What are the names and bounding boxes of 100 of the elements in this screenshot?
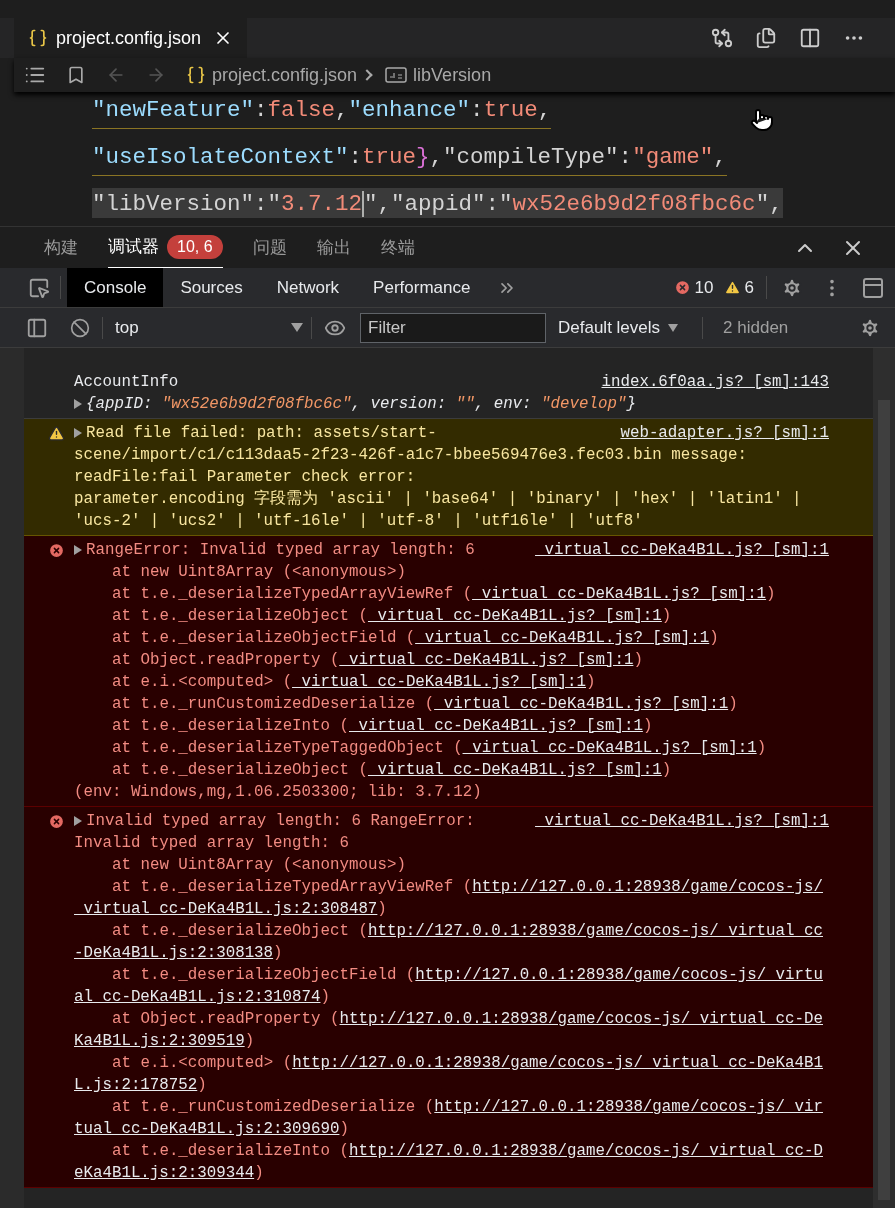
- message-text: scene/import/c1/c113daa5-2f23-426f-a1c7-bbee569476e3.fec03.bin message: readFile:fail Parameter check error: parameter.encoding 字段需为 'ascii' | 'base64' | 'binary' | 'hex' | 'latin1' | 'ucs-2' | 'ucs2' | 'utf-16le' | 'utf-8' | 'utf16le' | 'utf8': [74, 445, 803, 532]
- stack-frame-end: ): [273, 944, 283, 962]
- levels-dropdown[interactable]: Default levels: [558, 314, 679, 341]
- warning-icon: [723, 279, 741, 296]
- source-link[interactable]: L.js:2:178752: [74, 1076, 198, 1094]
- hand-cursor-icon: [750, 106, 774, 134]
- panel-tab[interactable]: 问题: [252, 227, 287, 268]
- stack-frame-end: ): [197, 1076, 207, 1094]
- expand-arrow-icon[interactable]: [74, 428, 82, 438]
- stack-frame: at t.e._deserializeObjectField (_virtual_cc-DeKa4B1L.js? [sm]:1): [74, 627, 829, 649]
- environment-info: (env: Windows,mg,1.06.2503300; lib: 3.7.12): [74, 782, 483, 803]
- devtools-tab[interactable]: Network: [259, 268, 357, 307]
- filter-field[interactable]: Filter: [360, 312, 546, 343]
- stack-frame: at t.e._deserializeInto (_virtual_cc-DeKa4B1L.js? [sm]:1): [74, 715, 829, 737]
- source-link[interactable]: http://127.0.0.1:28938/game/cocos-js/_virtual_cc-De: [339, 1010, 823, 1028]
- warning-count[interactable]: 6: [744, 274, 754, 301]
- panel-tab[interactable]: 调试器 10, 6: [108, 227, 223, 268]
- settings-icon[interactable]: [781, 276, 803, 299]
- stack-frame-end: ): [244, 1032, 255, 1050]
- panel-tab[interactable]: 构建: [44, 227, 78, 268]
- source-link[interactable]: http://127.0.0.1:28938/game/cocos-js/_virtual_cc-DeKa4B1: [292, 1054, 823, 1072]
- editor-tab[interactable]: project.config.json: [14, 18, 248, 58]
- object-preview[interactable]: {appID: "wx52e6b9d2f08fbc6c", version: "", env: "develop"}: [86, 395, 636, 413]
- expand-arrow-icon[interactable]: [74, 545, 82, 555]
- dock-icon[interactable]: [861, 275, 885, 300]
- stack-frame: at t.e._deserializeObject (: [112, 922, 368, 940]
- stack-frame: at Object.readProperty (: [112, 1010, 340, 1028]
- source-link[interactable]: al_cc-DeKa4B1L.js:2:310874: [74, 988, 321, 1006]
- message-text: RangeError: Invalid typed array length: 6: [86, 540, 475, 561]
- hidden-count: 2 hidden: [723, 316, 789, 339]
- message-text: Invalid typed array length: 6 RangeError:: [86, 811, 475, 832]
- source-link[interactable]: _virtual_cc-DeKa4B1L.js? [sm]:1: [349, 717, 643, 735]
- compare-icon[interactable]: [711, 27, 733, 49]
- stack-frame-end: ): [254, 1164, 264, 1182]
- source-link[interactable]: _virtual_cc-DeKa4B1L.js? [sm]:1: [339, 651, 634, 669]
- source-link[interactable]: _virtual_cc-DeKa4B1L.js? [sm]:1: [535, 539, 829, 561]
- expand-arrow-icon[interactable]: [74, 816, 82, 826]
- settings-icon[interactable]: [859, 316, 881, 339]
- message-text: AccountInfo: [74, 372, 179, 393]
- error-icon: [48, 542, 65, 559]
- count-badge: 10, 6: [167, 235, 223, 259]
- source-link[interactable]: http://127.0.0.1:28938/game/cocos-js/_virtu: [415, 966, 823, 984]
- stack-frame: at t.e._deserializeObject (_virtual_cc-DeKa4B1L.js? [sm]:1): [74, 605, 829, 627]
- source-link[interactable]: _virtual_cc-DeKa4B1L.js:2:308487: [74, 900, 378, 918]
- message-text: Read file failed: path: assets/start-: [86, 423, 437, 444]
- stack-frame: at new Uint8Array (<anonymous>): [74, 561, 829, 583]
- panel-tab[interactable]: 终端: [380, 227, 415, 268]
- panel-tab[interactable]: 输出: [316, 227, 351, 268]
- string-symbol-icon: [385, 67, 408, 83]
- stack-frame: at t.e._deserializeObject (_virtual_cc-DeKa4B1L.js? [sm]:1): [74, 759, 829, 781]
- stack-frame: at t.e._deserializeInto (: [112, 1142, 349, 1160]
- devtools-tab[interactable]: Performance: [356, 268, 488, 307]
- stack-frame-end: ): [320, 988, 330, 1006]
- source-link[interactable]: http://127.0.0.1:28938/game/cocos-js/_vir: [434, 1098, 823, 1116]
- files-icon[interactable]: [755, 27, 777, 49]
- source-link[interactable]: http://127.0.0.1:28938/game/cocos-js/_virtual_cc: [367, 922, 823, 940]
- stack-frame: at e.i.<computed> (_virtual_cc-DeKa4B1L.js? [sm]:1): [74, 671, 829, 693]
- stack-frame: at t.e._runCustomizedDeserialize (: [112, 1098, 435, 1116]
- source-link[interactable]: _virtual_cc-DeKa4B1L.js? [sm]:1: [434, 695, 729, 713]
- source-link[interactable]: -DeKa4B1L.js:2:308138: [74, 944, 274, 962]
- devtools-tab[interactable]: Sources: [163, 268, 260, 307]
- source-link[interactable]: web-adapter.js? [sm]:1: [620, 422, 829, 444]
- stack-frame-end: ): [377, 900, 387, 918]
- source-link[interactable]: _virtual_cc-DeKa4B1L.js? [sm]:1: [535, 810, 829, 832]
- source-link[interactable]: http://127.0.0.1:28938/game/cocos-js/_virtual_cc-D: [349, 1142, 823, 1160]
- stack-frame: at t.e._deserializeTypedArrayViewRef (_virtual_cc-DeKa4B1L.js? [sm]:1): [74, 583, 829, 605]
- clear-console-icon[interactable]: [70, 317, 90, 338]
- expand-arrow-icon[interactable]: [74, 398, 82, 409]
- breadcrumb-item[interactable]: project.config.json: [212, 61, 358, 89]
- code-line: "newFeature":false,"enhance":true,: [92, 94, 552, 129]
- error-count[interactable]: 10: [694, 274, 714, 301]
- stack-frame: at t.e._runCustomizedDeserialize (_virtual_cc-DeKa4B1L.js? [sm]:1): [74, 693, 829, 715]
- split-editor-icon[interactable]: [799, 27, 821, 49]
- source-link[interactable]: eKa4B1L.js:2:309344: [74, 1164, 255, 1182]
- stack-frame: at new Uint8Array (<anonymous>): [74, 854, 829, 876]
- inspect-element-icon[interactable]: [28, 276, 50, 299]
- sidebar-toggle-icon[interactable]: [26, 316, 48, 339]
- source-link[interactable]: http://127.0.0.1:28938/game/cocos-js/: [472, 878, 823, 896]
- error-icon: [48, 813, 65, 830]
- code-line: "useIsolateContext":true},"compileType":"game",: [92, 141, 727, 176]
- stack-frame: at t.e._deserializeTypeTaggedObject (_virtual_cc-DeKa4B1L.js? [sm]:1): [74, 737, 829, 759]
- source-link[interactable]: _virtual_cc-DeKa4B1L.js? [sm]:1: [367, 607, 662, 625]
- warning-icon: [48, 425, 65, 442]
- source-link[interactable]: _virtual_cc-DeKa4B1L.js? [sm]:1: [292, 673, 586, 691]
- bookmark-icon[interactable]: [66, 65, 86, 85]
- json-file-icon: [28, 28, 48, 48]
- dropdown-arrow-icon: [668, 323, 679, 332]
- source-link[interactable]: _virtual_cc-DeKa4B1L.js? [sm]:1: [472, 585, 767, 603]
- error-icon: [673, 279, 691, 296]
- source-link[interactable]: _virtual_cc-DeKa4B1L.js? [sm]:1: [462, 739, 757, 757]
- stack-frame: at t.e._deserializeTypedArrayViewRef (: [112, 878, 473, 896]
- source-link[interactable]: index.6f0aa.js? [sm]:143: [601, 371, 829, 393]
- source-link[interactable]: tual_cc-DeKa4B1L.js:2:309690: [74, 1120, 340, 1138]
- stack-frame: at Object.readProperty (_virtual_cc-DeKa4B1L.js? [sm]:1): [74, 649, 829, 671]
- source-link[interactable]: Ka4B1L.js:2:309519: [74, 1032, 245, 1050]
- devtools-tab[interactable]: Console: [67, 268, 164, 307]
- message-text: Invalid typed array length: 6: [74, 833, 350, 854]
- source-link[interactable]: _virtual_cc-DeKa4B1L.js? [sm]:1: [367, 761, 662, 779]
- source-link[interactable]: _virtual_cc-DeKa4B1L.js? [sm]:1: [415, 629, 710, 647]
- breadcrumb-item[interactable]: libVersion: [413, 61, 492, 89]
